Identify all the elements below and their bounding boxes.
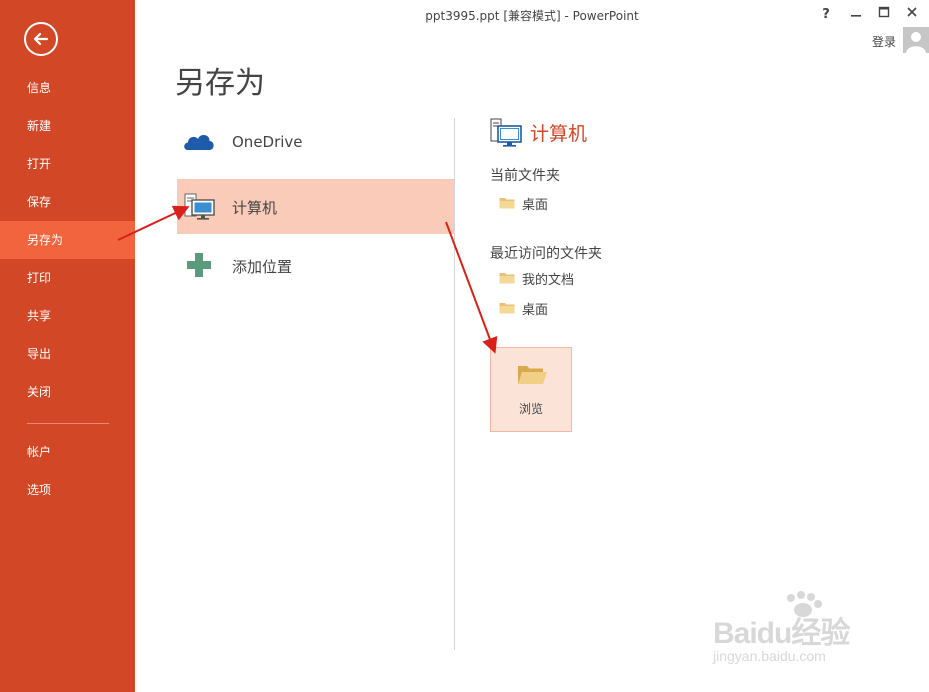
nav-save-as[interactable]: 另存为 bbox=[0, 221, 135, 259]
computer-icon bbox=[184, 193, 215, 220]
folder-icon bbox=[499, 273, 515, 284]
nav-export[interactable]: 导出 bbox=[0, 335, 135, 373]
nav-close[interactable]: 关闭 bbox=[0, 373, 135, 411]
minimize-button[interactable] bbox=[847, 6, 865, 24]
cloud-icon bbox=[184, 135, 214, 150]
sign-in-link[interactable]: 登录 bbox=[872, 33, 896, 50]
recent-folders-heading: 最近访问的文件夹 bbox=[490, 246, 602, 262]
folder-open-icon bbox=[518, 366, 547, 384]
help-button[interactable]: ? bbox=[817, 6, 835, 24]
location-computer[interactable]: 计算机 bbox=[177, 179, 454, 234]
minimize-icon bbox=[851, 15, 861, 17]
nav-account[interactable]: 帐户 bbox=[0, 433, 135, 471]
nav-new[interactable]: 新建 bbox=[0, 107, 135, 145]
close-icon bbox=[907, 7, 917, 17]
back-arrow-icon bbox=[33, 32, 49, 46]
watermark-brand: Baidu经验 bbox=[713, 617, 850, 650]
current-folder-heading: 当前文件夹 bbox=[490, 168, 560, 184]
plus-icon bbox=[187, 253, 211, 277]
panel-divider bbox=[454, 118, 455, 650]
location-onedrive[interactable]: OneDrive bbox=[177, 115, 454, 170]
location-label: OneDrive bbox=[232, 133, 303, 151]
location-label: 添加位置 bbox=[232, 258, 293, 276]
user-icon bbox=[903, 27, 929, 53]
location-add-place[interactable]: 添加位置 bbox=[177, 238, 454, 293]
browse-button[interactable]: 浏览 bbox=[490, 347, 572, 432]
maximize-icon bbox=[878, 6, 890, 18]
baidu-watermark: Baidu经验 jingyan.baidu.com bbox=[705, 590, 895, 680]
nav-separator bbox=[27, 423, 109, 424]
computer-icon bbox=[490, 118, 522, 147]
nav-open[interactable]: 打开 bbox=[0, 145, 135, 183]
back-button[interactable] bbox=[24, 22, 58, 56]
page-title: 另存为 bbox=[175, 66, 265, 101]
window-title: ppt3995.ppt [兼容模式] - PowerPoint bbox=[425, 9, 639, 23]
maximize-button[interactable] bbox=[875, 6, 893, 24]
avatar[interactable] bbox=[903, 27, 929, 53]
browse-label: 浏览 bbox=[518, 402, 543, 416]
folder-icon bbox=[499, 303, 515, 314]
nav-info[interactable]: 信息 bbox=[0, 69, 135, 107]
location-label: 计算机 bbox=[232, 199, 278, 217]
backstage-sidebar: 信息 新建 打开 保存 另存为 打印 共享 导出 关闭 帐户 选项 bbox=[0, 0, 135, 692]
folder-label: 桌面 bbox=[522, 198, 549, 213]
computer-panel-title: 计算机 bbox=[530, 123, 588, 145]
nav-share[interactable]: 共享 bbox=[0, 297, 135, 335]
folder-label: 我的文档 bbox=[522, 273, 575, 288]
folder-label: 桌面 bbox=[522, 303, 549, 318]
folder-icon bbox=[499, 198, 515, 209]
annotation-arrows bbox=[117, 205, 498, 354]
watermark-url: jingyan.baidu.com bbox=[713, 648, 826, 664]
nav-print[interactable]: 打印 bbox=[0, 259, 135, 297]
nav-options[interactable]: 选项 bbox=[0, 471, 135, 509]
nav-save[interactable]: 保存 bbox=[0, 183, 135, 221]
close-button[interactable] bbox=[903, 6, 921, 24]
